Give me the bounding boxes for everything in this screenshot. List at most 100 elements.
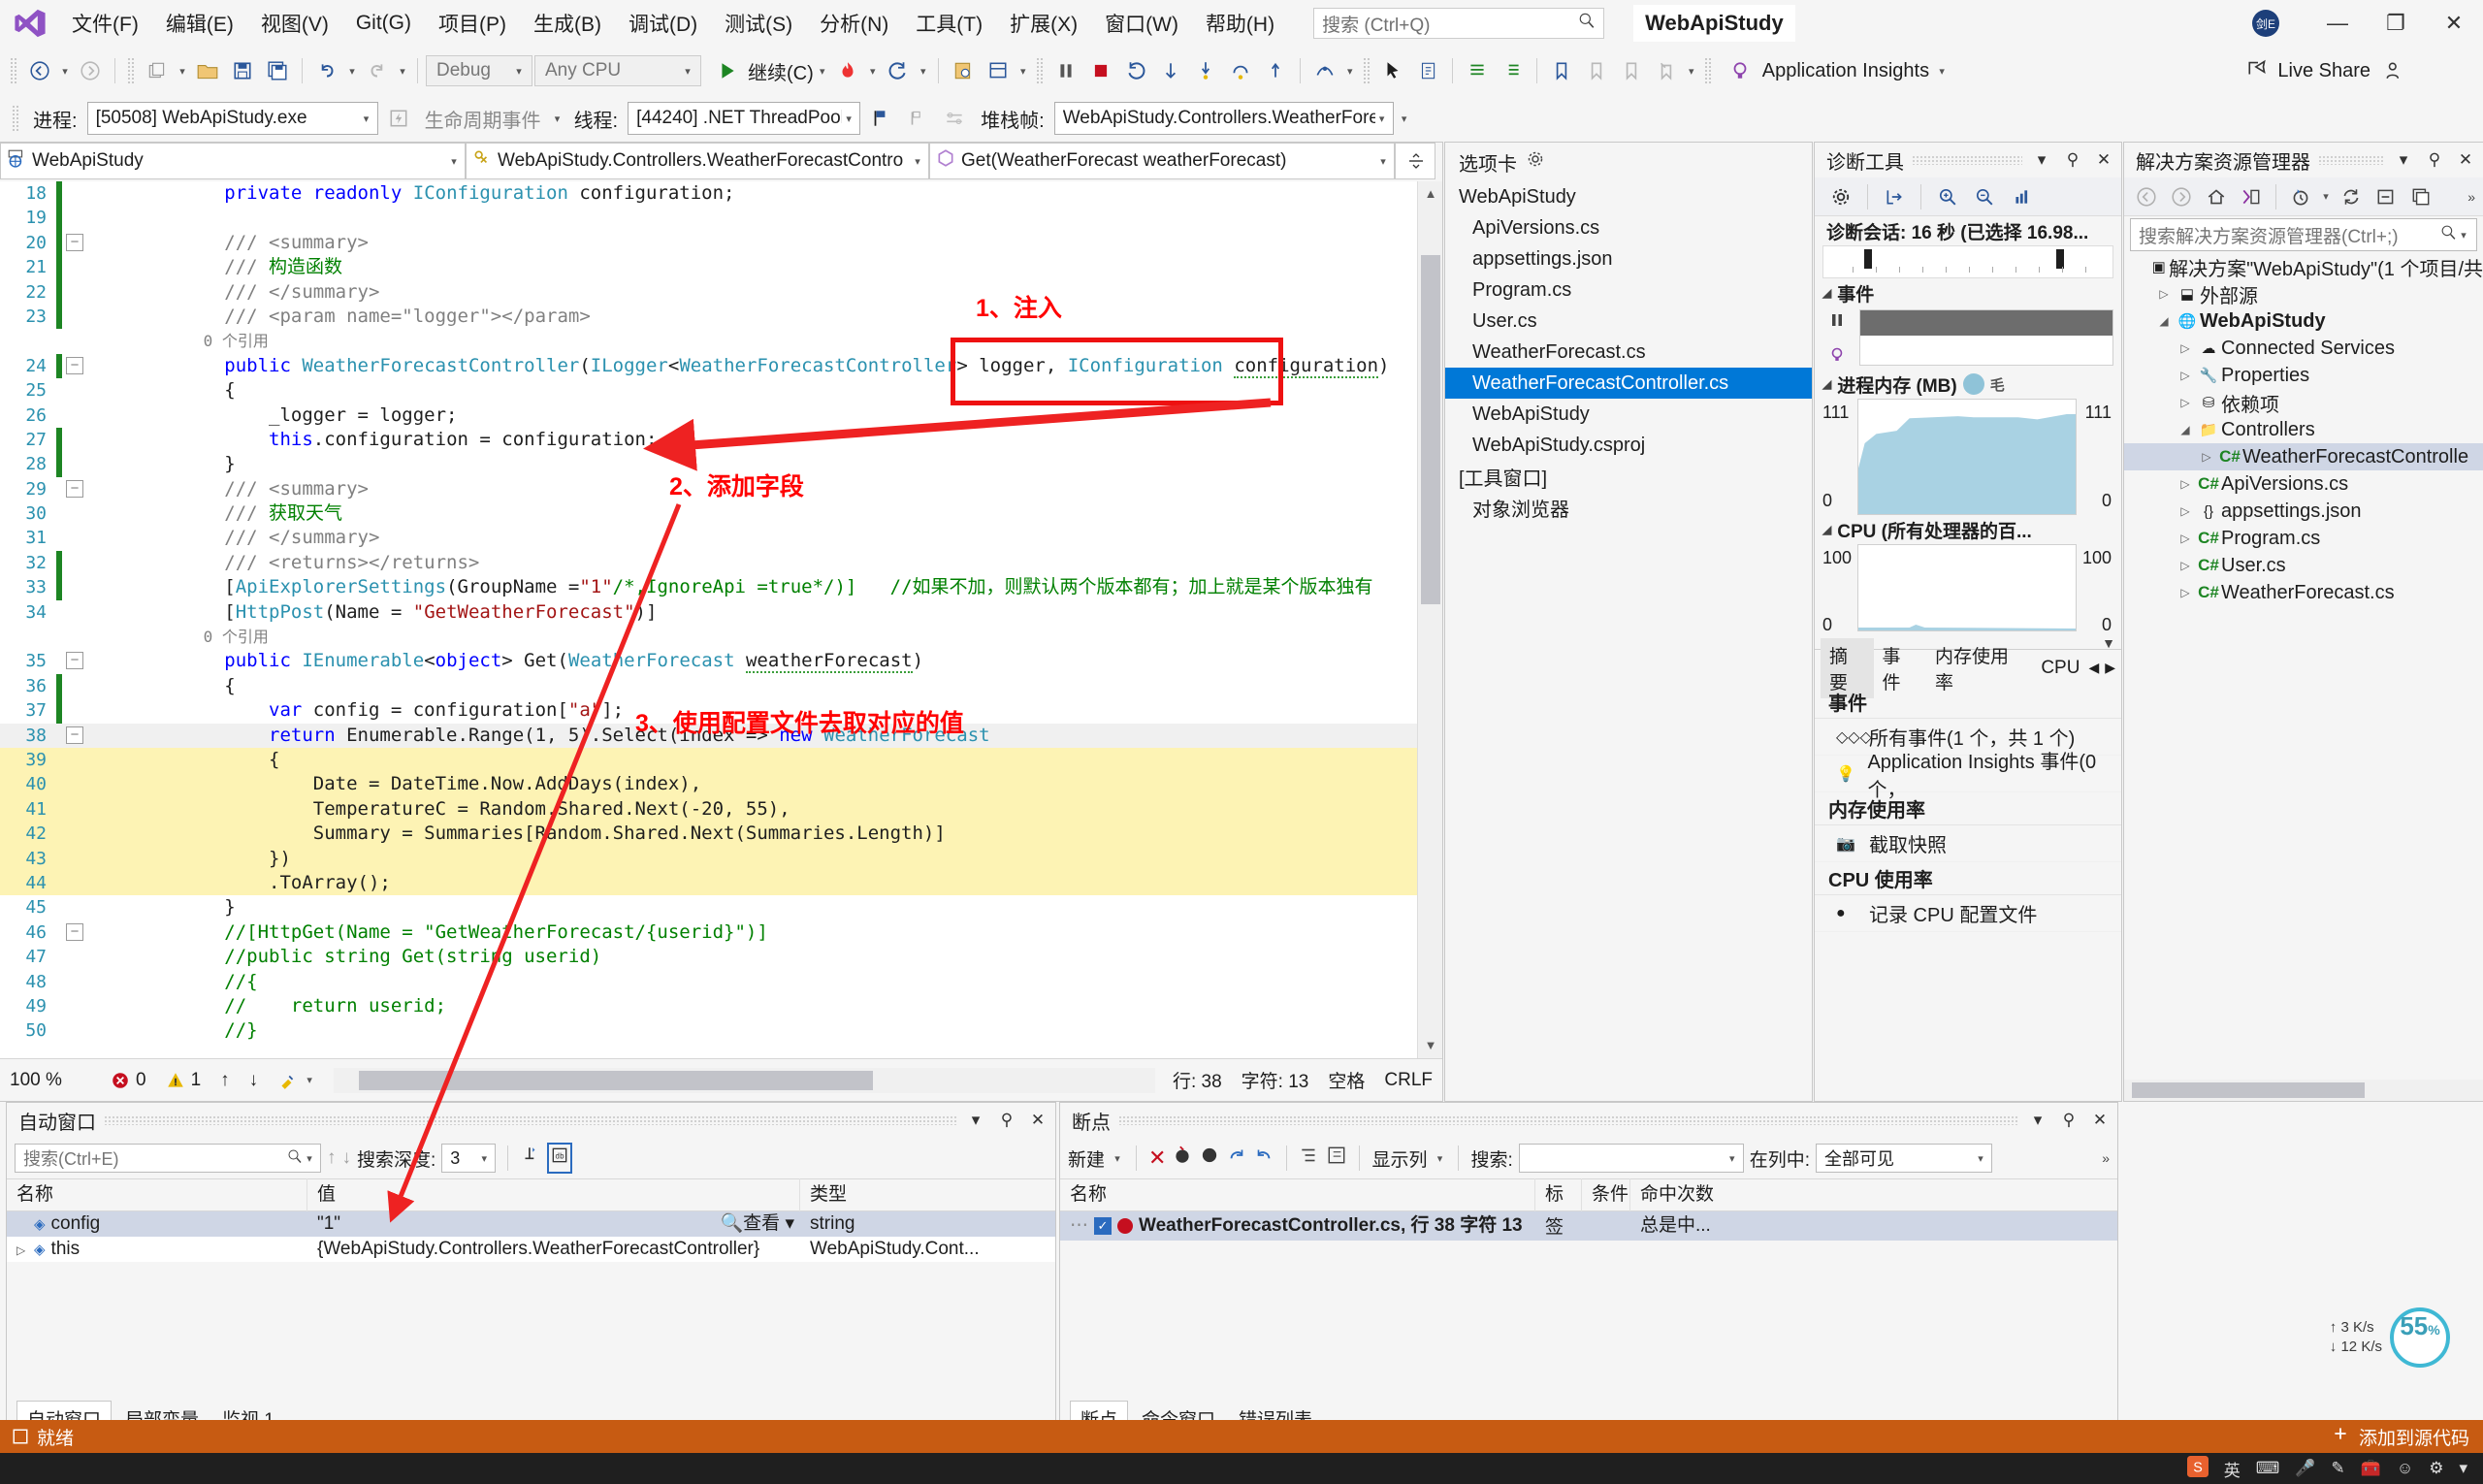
thread-combo[interactable]: [44240] .NET ThreadPool Worke ▾ xyxy=(628,102,861,135)
pin-icon[interactable]: ⚲ xyxy=(2057,1111,2080,1130)
window-menu-icon[interactable]: ▾ xyxy=(2026,1111,2049,1130)
code-line[interactable]: 31 /// </summary> xyxy=(0,526,1442,550)
decrease-indent-icon[interactable] xyxy=(1496,54,1529,87)
new-project-caret[interactable]: ▾ xyxy=(176,65,189,78)
menu-git[interactable]: Git(G) xyxy=(342,8,425,39)
tab-entry[interactable]: WebApiStudy.csproj xyxy=(1445,430,1812,461)
snapshot-caret[interactable]: ▾ xyxy=(1016,65,1030,78)
chevron-down-icon[interactable]: ▾ xyxy=(2457,229,2470,242)
pin-column-icon[interactable] xyxy=(520,1145,541,1172)
tree-expander-icon[interactable]: ▷ xyxy=(2175,477,2196,491)
tree-node[interactable]: ◢ 🌐 WebApiStudy xyxy=(2124,307,2483,335)
tree-node[interactable]: ▷ ⬓ 外部源 xyxy=(2124,280,2483,307)
menu-test[interactable]: 测试(S) xyxy=(711,5,806,42)
menu-debug[interactable]: 调试(D) xyxy=(615,5,711,42)
code-line[interactable]: 35 − public IEnumerable<object> Get(Weath… xyxy=(0,649,1442,674)
toggle-bookmark-icon[interactable] xyxy=(1545,54,1578,87)
fold-toggle[interactable] xyxy=(62,255,87,279)
scroll-up-arrow-icon[interactable]: ▲ xyxy=(1418,181,1443,207)
fold-toggle[interactable] xyxy=(62,181,87,206)
tabs-scroll-left-icon[interactable]: ◀ xyxy=(2088,660,2099,676)
menu-project[interactable]: 项目(P) xyxy=(425,5,520,42)
code-line[interactable]: 27 this.configuration = configuration; xyxy=(0,427,1442,453)
stackframe-combo[interactable]: WebApiStudy.Controllers.WeatherFore ▾ xyxy=(1053,102,1394,135)
code-line[interactable]: 19 xyxy=(0,206,1442,231)
minimize-button[interactable]: — xyxy=(2308,0,2367,47)
diagnostics-tab[interactable]: CPU xyxy=(2032,654,2088,683)
add-to-source-control-label[interactable]: 添加到源代码 xyxy=(2359,1424,2469,1450)
fold-toggle[interactable] xyxy=(62,698,87,723)
close-icon[interactable]: ✕ xyxy=(2454,150,2477,170)
network-speed-widget[interactable]: ↑ 3 K/s ↓ 12 K/s 55 % xyxy=(2330,1307,2450,1368)
code-line[interactable]: 45 } xyxy=(0,895,1442,919)
step-into-icon[interactable] xyxy=(1189,54,1222,87)
fold-toggle[interactable]: − xyxy=(66,233,83,251)
toolbar-grip[interactable] xyxy=(10,57,17,84)
fold-toggle[interactable] xyxy=(62,674,87,698)
autos-search-input[interactable]: 搜索(Ctrl+E) ▾ xyxy=(15,1144,321,1173)
fold-toggle[interactable] xyxy=(62,329,87,353)
bookmark-caret[interactable]: ▾ xyxy=(1685,65,1698,78)
restore-button[interactable]: ❐ xyxy=(2367,0,2425,47)
save-icon[interactable] xyxy=(226,54,259,87)
summary-row[interactable]: 💡 Application Insights 事件(0 个， xyxy=(1815,752,2121,801)
tree-expander-icon[interactable]: ▷ xyxy=(2175,586,2196,599)
fold-toggle[interactable]: − xyxy=(66,922,83,941)
tab-entry[interactable]: WebApiStudy xyxy=(1445,399,1812,430)
code-line[interactable]: 18 private readonly IConfiguration confi… xyxy=(0,181,1442,207)
increase-indent-icon[interactable] xyxy=(1461,54,1494,87)
code-line[interactable]: 36 { xyxy=(0,673,1442,699)
reset-view-icon[interactable] xyxy=(2005,180,2038,213)
fold-toggle[interactable] xyxy=(62,551,87,575)
restart-icon[interactable] xyxy=(882,54,915,87)
flag-thread-icon[interactable] xyxy=(864,102,897,135)
code-line[interactable]: 26 _logger = logger; xyxy=(0,403,1442,428)
zoom-in-icon[interactable] xyxy=(1931,180,1964,213)
ime-mic-icon[interactable]: 🎤 xyxy=(2295,1459,2315,1478)
drag-handle[interactable] xyxy=(2318,155,2384,165)
tab-entry[interactable]: ApiVersions.cs xyxy=(1445,212,1812,243)
fold-toggle[interactable] xyxy=(62,206,87,230)
fold-toggle[interactable] xyxy=(62,452,87,476)
ime-language-indicator[interactable]: 英 xyxy=(2224,1457,2241,1481)
restart-caret[interactable]: ▾ xyxy=(917,65,930,78)
new-project-icon[interactable] xyxy=(141,54,174,87)
import-breakpoints-icon[interactable] xyxy=(1253,1145,1274,1172)
breakpoints-search-input[interactable]: ▾ xyxy=(1518,1144,1744,1173)
fold-toggle[interactable] xyxy=(62,305,87,329)
chevron-down-icon[interactable]: ▾ xyxy=(1935,65,1949,78)
code-line[interactable]: 42 Summary = Summaries[Random.Shared.Nex… xyxy=(0,822,1442,847)
undo-icon[interactable] xyxy=(310,54,343,87)
ime-keyboard-icon[interactable]: ⌨ xyxy=(2256,1459,2280,1478)
taskbar-overflow-icon[interactable]: ▾ xyxy=(2459,1459,2467,1478)
scrollbar-thumb[interactable] xyxy=(2132,1082,2365,1098)
tree-expander-icon[interactable]: ▷ xyxy=(2175,504,2196,518)
window-menu-icon[interactable]: ▾ xyxy=(2030,150,2053,170)
fold-toggle[interactable] xyxy=(62,748,87,772)
tree-node[interactable]: ▷ C# WeatherForecastControlle xyxy=(2124,443,2483,470)
tree-node[interactable]: ▷ ⛁ 依赖项 xyxy=(2124,389,2483,416)
fold-toggle[interactable] xyxy=(62,822,87,846)
next-issue-button[interactable]: ↓ xyxy=(240,1070,269,1091)
fold-toggle[interactable]: − xyxy=(66,652,83,670)
tree-expander-icon[interactable]: ▷ xyxy=(2175,559,2196,572)
summary-row[interactable]: ● 记录 CPU 配置文件 xyxy=(1815,895,2121,932)
close-icon[interactable]: ✕ xyxy=(2092,150,2115,170)
diagnostic-timeline[interactable] xyxy=(1822,245,2113,278)
redo-caret[interactable]: ▾ xyxy=(396,65,409,78)
drag-handle[interactable] xyxy=(1118,1115,2018,1125)
process-combo[interactable]: [50508] WebApiStudy.exe ▾ xyxy=(86,102,378,135)
undo-caret[interactable]: ▾ xyxy=(345,65,359,78)
close-icon[interactable]: ✕ xyxy=(2088,1111,2112,1130)
show-columns-caret[interactable]: ▾ xyxy=(1433,1152,1446,1165)
code-line[interactable]: 46− //[HttpGet(Name = "GetWeatherForecas… xyxy=(0,920,1442,945)
error-count[interactable]: 0 xyxy=(101,1070,156,1091)
toolbar-grip[interactable] xyxy=(1035,57,1044,84)
fold-toggle[interactable] xyxy=(62,945,87,969)
table-row[interactable]: ◈ config "1" 🔍查看 ▾ string xyxy=(7,1211,1055,1237)
tree-expander-icon[interactable]: ▷ xyxy=(2175,369,2196,382)
fold-toggle[interactable] xyxy=(62,378,87,403)
hot-reload-icon[interactable] xyxy=(831,54,864,87)
drag-handle[interactable] xyxy=(1912,155,2022,165)
intellitrace-caret[interactable]: ▾ xyxy=(1343,65,1357,78)
